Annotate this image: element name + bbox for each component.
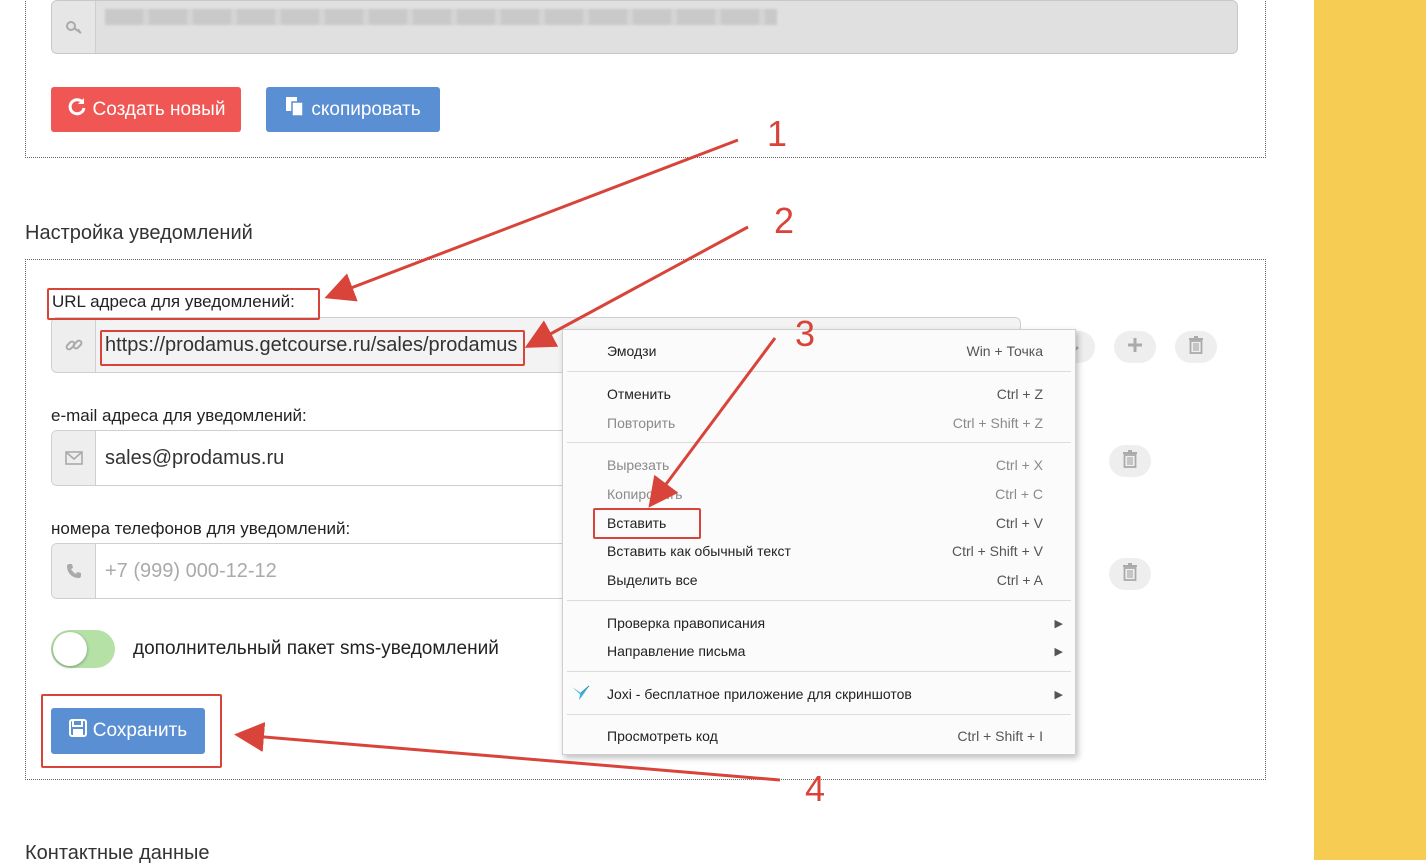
highlight-url-value (100, 330, 525, 366)
plus-icon (1127, 337, 1143, 358)
submenu-arrow-icon: ▶ (1054, 688, 1063, 701)
email-delete-button[interactable] (1109, 445, 1151, 477)
ctx-separator (567, 442, 1071, 443)
ctx-separator (567, 600, 1071, 601)
ctx-item-writing-direction[interactable]: Направление письма ▶ (563, 637, 1075, 665)
create-new-label: Создать новый (92, 98, 226, 120)
phone-label: номера телефонов для уведомлений: (51, 519, 351, 538)
right-accent-strip (1314, 0, 1426, 860)
trash-icon (1122, 449, 1138, 473)
ctx-item-paste-plain[interactable]: Вставить как обычный текст Ctrl + Shift … (563, 537, 1075, 565)
highlight-paste-item (593, 508, 701, 539)
annotation-number-1: 1 (767, 113, 788, 154)
ctx-separator (567, 671, 1071, 672)
email-label: e-mail адреса для уведомлений: (51, 406, 307, 425)
envelope-icon (52, 431, 96, 485)
phone-delete-button[interactable] (1109, 558, 1151, 590)
ctx-item-select-all[interactable]: Выделить все Ctrl + A (563, 566, 1075, 594)
trash-icon (1188, 335, 1204, 359)
ctx-separator (567, 371, 1071, 372)
create-new-button[interactable]: Создать новый (51, 87, 241, 132)
annotation-number-4: 4 (805, 768, 826, 809)
copy-icon (285, 96, 305, 124)
ctx-separator (567, 714, 1071, 715)
ctx-item-spellcheck[interactable]: Проверка правописания ▶ (563, 609, 1075, 637)
contacts-heading: Контактные данные (25, 842, 210, 864)
sms-package-label: дополнительный пакет sms-уведомлений (133, 638, 499, 659)
highlight-url-label (47, 288, 320, 320)
toggle-knob (53, 632, 87, 666)
joxi-bird-icon (571, 685, 591, 704)
highlight-save-button (41, 694, 222, 768)
ctx-item-redo[interactable]: Повторить Ctrl + Shift + Z (563, 409, 1075, 437)
refresh-icon (67, 97, 87, 123)
context-menu: Эмодзи Win + Точка Отменить Ctrl + Z Пов… (562, 329, 1076, 755)
ctx-item-undo[interactable]: Отменить Ctrl + Z (563, 380, 1075, 408)
key-icon (52, 1, 96, 53)
copy-label: скопировать (311, 98, 421, 120)
phone-icon (52, 544, 96, 598)
submenu-arrow-icon: ▶ (1054, 617, 1063, 630)
notifications-heading: Настройка уведомлений (25, 222, 253, 244)
trash-icon (1122, 562, 1138, 586)
ctx-item-joxi[interactable]: Joxi - бесплатное приложение для скриншо… (563, 680, 1075, 708)
link-icon (52, 318, 96, 372)
url-add-button[interactable] (1114, 331, 1156, 363)
ctx-item-emoji[interactable]: Эмодзи Win + Точка (563, 337, 1075, 365)
url-delete-button[interactable] (1175, 331, 1217, 363)
ctx-item-inspect[interactable]: Просмотреть код Ctrl + Shift + I (563, 722, 1075, 750)
annotation-number-2: 2 (774, 200, 795, 241)
ctx-item-copy[interactable]: Копировать Ctrl + C (563, 480, 1075, 508)
annotation-number-3: 3 (795, 313, 816, 354)
copy-button[interactable]: скопировать (266, 87, 440, 132)
api-key-value-blurred (96, 1, 1237, 53)
sms-package-toggle[interactable] (51, 630, 115, 668)
submenu-arrow-icon: ▶ (1054, 645, 1063, 658)
api-key-field[interactable] (51, 0, 1238, 54)
ctx-item-cut[interactable]: Вырезать Ctrl + X (563, 451, 1075, 479)
